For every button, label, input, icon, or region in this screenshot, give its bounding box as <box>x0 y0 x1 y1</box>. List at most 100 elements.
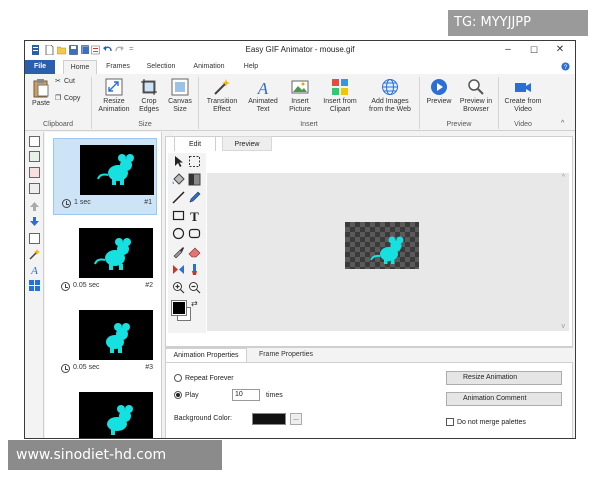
video-icon <box>515 83 531 92</box>
canvas-image[interactable] <box>345 222 419 269</box>
browse-color-button[interactable]: ... <box>290 413 302 425</box>
eraser-icon[interactable] <box>188 245 201 258</box>
delete-frame-icon[interactable] <box>29 167 40 178</box>
collapse-ribbon-icon[interactable]: ^ <box>561 120 564 127</box>
menu-tab-bar: File Home Frames Selection Animation Hel… <box>25 59 575 74</box>
crop-edges-button[interactable]: Crop Edges <box>135 78 163 114</box>
frame-item[interactable]: 0.05 sec #2 <box>53 222 157 299</box>
move-up-icon[interactable] <box>29 201 40 212</box>
move-down-icon[interactable] <box>29 216 40 227</box>
repeat-forever-radio[interactable] <box>174 374 182 382</box>
frame-delay: 0.05 sec <box>73 364 100 371</box>
mouse-sprite <box>370 236 404 264</box>
resize-animation-button[interactable]: Resize Animation <box>446 371 562 385</box>
tab-edit[interactable]: Edit <box>174 136 216 151</box>
frame-thumbnail <box>79 228 153 278</box>
ellipse-icon[interactable] <box>172 227 185 240</box>
text-tool-icon[interactable]: T <box>188 209 201 222</box>
pencil-icon[interactable] <box>188 191 201 204</box>
frame-number: #2 <box>145 282 153 289</box>
rectangle-icon[interactable] <box>172 209 185 222</box>
insert-clipart-button[interactable]: Insert from Clipart <box>319 78 361 114</box>
play-times-stepper[interactable]: 10 <box>232 389 260 401</box>
create-from-video-label: Create from Video <box>504 98 542 113</box>
clock-icon <box>61 364 70 373</box>
preview-label: Preview <box>426 98 452 105</box>
minimize-button[interactable]: – <box>495 41 521 59</box>
zoom-out-icon[interactable] <box>188 281 201 294</box>
selection-icon[interactable] <box>188 155 201 168</box>
scroll-up-icon[interactable]: ^ <box>562 174 565 181</box>
frame-thumbnail <box>79 310 153 360</box>
play-radio[interactable] <box>174 391 182 399</box>
clipboard-group-label: Clipboard <box>43 121 73 128</box>
copy-icon: ❐ <box>55 95 62 102</box>
flip-icon[interactable] <box>172 263 185 276</box>
times-label: times <box>266 392 283 399</box>
drawing-toolbar: T ⇄ <box>168 153 206 333</box>
tab-animation[interactable]: Animation <box>187 60 231 74</box>
paint-brush-icon[interactable] <box>188 263 201 276</box>
swap-colors-icon[interactable]: ⇄ <box>191 299 198 308</box>
frame-item[interactable]: 1 sec #1 <box>53 138 157 215</box>
copy-button[interactable]: ❐ Copy <box>55 95 89 103</box>
eyedropper-icon[interactable] <box>172 245 185 258</box>
paste-label: Paste <box>32 100 50 107</box>
canvas-area[interactable]: ^ v <box>207 173 569 331</box>
transition-effect-button[interactable]: Transition Effect <box>203 78 241 114</box>
maximize-button[interactable]: ☐ <box>521 41 547 59</box>
create-from-video-button[interactable]: Create from Video <box>503 78 543 114</box>
tab-animation-properties[interactable]: Animation Properties <box>165 348 247 362</box>
tab-frame-properties[interactable]: Frame Properties <box>251 348 321 362</box>
tab-file[interactable]: File <box>25 60 55 74</box>
animation-comment-button[interactable]: Animation Comment <box>446 392 562 406</box>
background-color-picker[interactable] <box>252 413 286 425</box>
line-icon[interactable] <box>172 191 185 204</box>
help-icon[interactable]: ? <box>561 62 570 71</box>
preview-button[interactable]: Preview <box>423 78 455 106</box>
mouse-sprite <box>97 154 134 185</box>
duplicate-frame-icon[interactable] <box>29 183 40 194</box>
preview-group-label: Preview <box>446 121 472 128</box>
gradient-icon[interactable] <box>188 173 201 186</box>
cut-button[interactable]: ✂ Cut <box>55 78 85 86</box>
add-frame-icon[interactable] <box>29 136 40 147</box>
pointer-icon[interactable] <box>172 155 185 168</box>
canvas-size-button[interactable]: Canvas Size <box>165 78 195 114</box>
tab-frames[interactable]: Frames <box>101 60 135 74</box>
ribbon-separator <box>419 77 420 129</box>
edit-frame-icon[interactable] <box>29 233 40 244</box>
insert-picture-label: Insert Picture <box>289 98 311 113</box>
frame-item[interactable] <box>53 386 157 438</box>
resize-animation-button[interactable]: Resize Animation <box>95 78 133 114</box>
tab-home[interactable]: Home <box>63 60 97 74</box>
text-a-icon: A <box>257 79 269 96</box>
paste-button[interactable]: Paste <box>29 78 53 108</box>
clock-icon <box>62 199 71 208</box>
close-button[interactable]: ✕ <box>547 41 573 59</box>
tab-preview[interactable]: Preview <box>222 136 272 151</box>
text-a-icon[interactable]: A <box>29 264 40 275</box>
frame-list[interactable]: 1 sec #1 0.05 sec #2 0.05 sec #3 <box>45 132 162 438</box>
grid-icon[interactable] <box>29 280 40 291</box>
frame-number: #1 <box>144 199 152 206</box>
scroll-down-icon[interactable]: v <box>562 323 566 330</box>
insert-picture-button[interactable]: Insert Picture <box>285 78 315 114</box>
do-not-merge-checkbox[interactable] <box>446 418 454 426</box>
fill-bucket-icon[interactable] <box>172 173 185 186</box>
foreground-color-swatch[interactable] <box>171 300 187 316</box>
preview-in-browser-button[interactable]: Preview in Browser <box>457 78 495 114</box>
animated-text-button[interactable]: A Animated Text <box>245 78 281 114</box>
add-images-web-button[interactable]: Add Images from the Web <box>365 78 415 114</box>
rounded-rect-icon[interactable] <box>188 227 201 240</box>
frame-thumbnail <box>79 392 153 438</box>
transition-label: Transition Effect <box>206 98 238 113</box>
tab-help[interactable]: Help <box>237 60 265 74</box>
insert-frame-icon[interactable] <box>29 151 40 162</box>
editor-panel: Edit Preview T ⇄ ^ v <box>165 136 573 347</box>
magic-wand-icon[interactable] <box>29 249 40 260</box>
zoom-in-icon[interactable] <box>172 281 185 294</box>
animation-properties-body: Repeat Forever Play 10 times Background … <box>165 362 573 438</box>
frame-item[interactable]: 0.05 sec #3 <box>53 304 157 381</box>
tab-selection[interactable]: Selection <box>141 60 181 74</box>
